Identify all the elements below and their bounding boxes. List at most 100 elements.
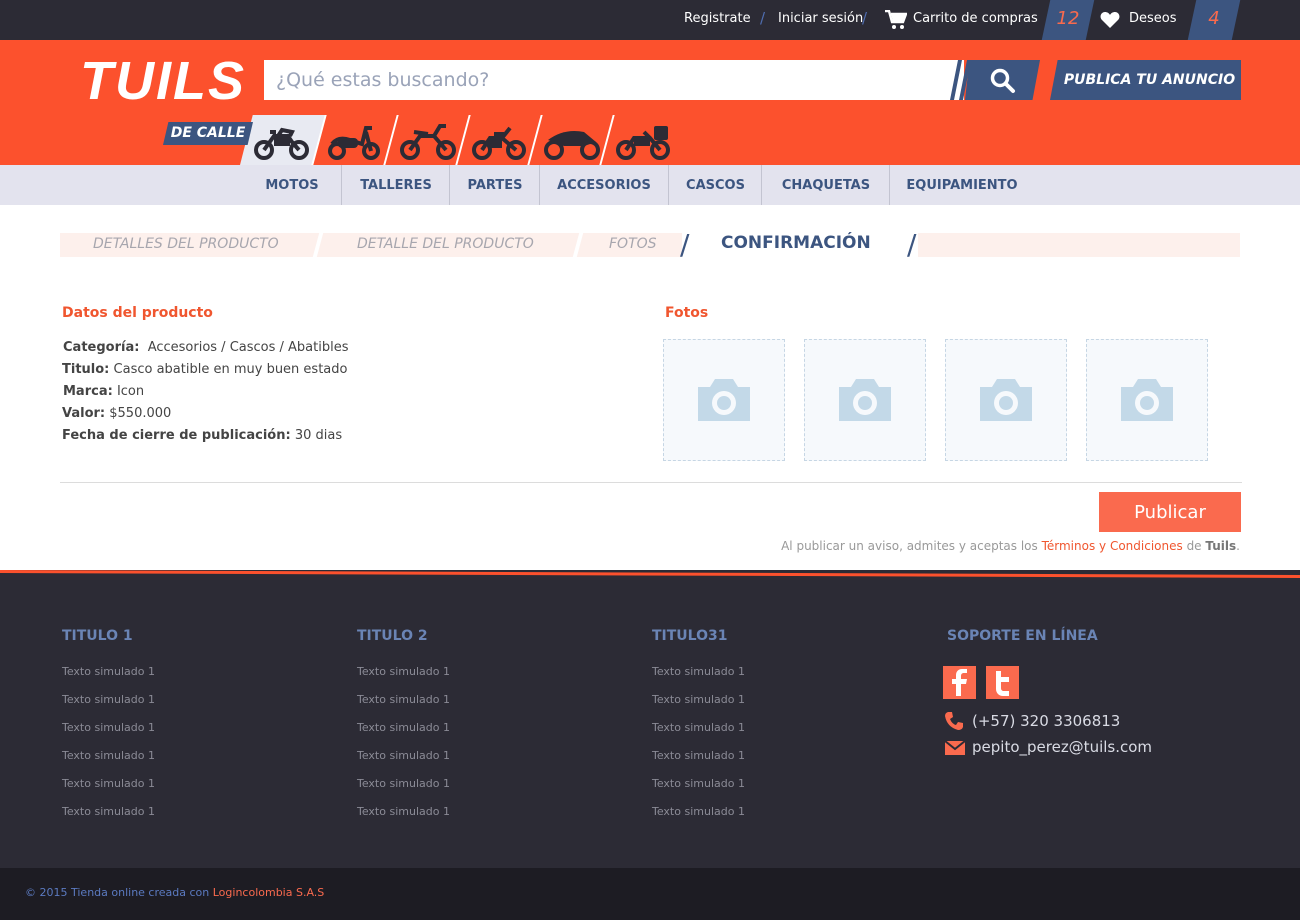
footer-link[interactable]: Texto simulado 1: [62, 665, 155, 678]
footer-link[interactable]: Texto simulado 1: [62, 777, 155, 790]
separator: /: [760, 9, 766, 27]
step-slash: /: [680, 228, 690, 261]
nav-item-cascos[interactable]: CASCOS: [669, 165, 762, 205]
terms-end: .: [1236, 539, 1240, 553]
sport-bike-icon[interactable]: [544, 124, 600, 160]
footer-support-title: SOPORTE EN LÍNEA: [947, 628, 1098, 644]
footer-link[interactable]: Texto simulado 1: [62, 693, 155, 706]
nav-item-motos[interactable]: MOTOS: [242, 165, 342, 205]
footer-link[interactable]: Texto simulado 1: [357, 805, 450, 818]
step-details[interactable]: DETALLES DEL PRODUCTO: [93, 236, 279, 252]
cart-count: 12: [1056, 8, 1080, 29]
camera-icon: [698, 379, 750, 421]
register-link[interactable]: Registrate: [684, 11, 751, 26]
title-value: Casco abatible en muy buen estado: [113, 362, 348, 377]
footer-link[interactable]: Texto simulado 1: [357, 721, 450, 734]
publish-ad-button[interactable]: PUBLICA TU ANUNCIO: [1050, 60, 1241, 100]
nav-item-accesorios[interactable]: ACCESORIOS: [540, 165, 668, 205]
facebook-icon[interactable]: [943, 666, 976, 699]
step-confirmation[interactable]: CONFIRMACIÓN: [721, 233, 871, 253]
brand-field: Marca: Icon: [63, 384, 144, 399]
nav-item-equipamiento[interactable]: EQUIPAMIENTO: [890, 165, 1034, 205]
steps-background: [918, 233, 1240, 257]
camera-icon: [839, 379, 891, 421]
category-separator: [383, 115, 399, 165]
category-separator: [455, 115, 471, 165]
login-link[interactable]: Iniciar sesión: [778, 11, 863, 26]
category-separator: [527, 115, 543, 165]
closing-date-value: 30 dias: [294, 428, 343, 443]
copyright-link[interactable]: Logincolombia S.A.S: [213, 886, 325, 899]
price-value: $550.000: [109, 406, 172, 421]
search-icon: [990, 68, 1015, 93]
footer-link[interactable]: Texto simulado 1: [652, 693, 745, 706]
category-field: Categoría: Accesorios / Cascos / Abatibl…: [63, 340, 349, 355]
footer-link[interactable]: Texto simulado 1: [652, 805, 745, 818]
search-input[interactable]: [264, 60, 964, 100]
nav-item-chaquetas[interactable]: CHAQUETAS: [762, 165, 890, 205]
main-nav: MOTOS TALLERES PARTES ACCESORIOS CASCOS …: [0, 165, 1300, 205]
step-detail[interactable]: DETALLE DEL PRODUCTO: [357, 236, 534, 252]
photo-slot[interactable]: [804, 339, 926, 461]
footer-link[interactable]: Texto simulado 1: [62, 805, 155, 818]
photos-title: Fotos: [665, 305, 709, 321]
step-slash: /: [907, 228, 917, 261]
footer-link[interactable]: Texto simulado 1: [652, 777, 745, 790]
support-phone[interactable]: (+57) 320 3306813: [972, 712, 1120, 730]
footer-col3-title: TITULO31: [652, 628, 728, 644]
email-icon: [945, 741, 965, 755]
category-label[interactable]: DE CALLE: [163, 122, 253, 145]
photo-slot[interactable]: [1086, 339, 1208, 461]
scooter-icon[interactable]: [328, 122, 380, 160]
footer-col1-title: TITULO 1: [62, 628, 133, 644]
publish-button[interactable]: Publicar: [1099, 492, 1241, 532]
header: TUILS PUBLICA TU ANUNCIO DE CALLE: [0, 40, 1300, 165]
terms-notice: Al publicar un aviso, admites y aceptas …: [781, 539, 1240, 553]
logo[interactable]: TUILS: [80, 50, 246, 112]
separator: /: [862, 9, 868, 27]
heart-icon[interactable]: [1100, 11, 1120, 33]
cart-icon[interactable]: [885, 9, 908, 34]
copyright: © 2015 Tienda online creada con Logincol…: [25, 886, 324, 899]
support-email[interactable]: pepito_perez@tuils.com: [972, 738, 1152, 756]
top-bar: Registrate / Iniciar sesión / Carrito de…: [0, 0, 1300, 40]
footer-accent-line: [0, 570, 1300, 578]
footer-link[interactable]: Texto simulado 1: [357, 665, 450, 678]
brand-label: Marca:: [63, 384, 113, 399]
dirt-bike-icon[interactable]: [400, 122, 456, 160]
terms-brand: Tuils: [1205, 539, 1237, 553]
search-button[interactable]: [965, 60, 1040, 100]
nav-item-talleres[interactable]: TALLERES: [342, 165, 450, 205]
wishlist-link[interactable]: Deseos: [1129, 11, 1177, 26]
footer-link[interactable]: Texto simulado 1: [62, 721, 155, 734]
category-label: Categoría:: [63, 340, 140, 355]
footer-link[interactable]: Texto simulado 1: [357, 749, 450, 762]
photo-slot[interactable]: [945, 339, 1067, 461]
photo-slot[interactable]: [663, 339, 785, 461]
footer-link[interactable]: Texto simulado 1: [652, 721, 745, 734]
cart-link[interactable]: Carrito de compras: [913, 11, 1038, 26]
footer-link[interactable]: Texto simulado 1: [62, 749, 155, 762]
terms-link[interactable]: Términos y Condiciones: [1042, 539, 1183, 553]
footer-link[interactable]: Texto simulado 1: [652, 749, 745, 762]
footer-link[interactable]: Texto simulado 1: [357, 777, 450, 790]
brand-value: Icon: [116, 384, 145, 399]
chopper-icon[interactable]: [472, 124, 526, 160]
touring-bike-icon[interactable]: [616, 124, 672, 160]
footer-col2-title: TITULO 2: [357, 628, 428, 644]
category-value: Accesorios / Cascos / Abatibles: [147, 340, 349, 355]
title-field: Titulo: Casco abatible en muy buen estad…: [62, 362, 347, 377]
footer-link[interactable]: Texto simulado 1: [357, 693, 450, 706]
price-field: Valor: $550.000: [62, 406, 171, 421]
phone-icon: [945, 712, 963, 730]
step-photos[interactable]: FOTOS: [609, 236, 657, 252]
nav-item-partes[interactable]: PARTES: [450, 165, 540, 205]
twitter-icon[interactable]: [986, 666, 1019, 699]
divider: [60, 482, 1242, 483]
price-label: Valor:: [62, 406, 106, 421]
terms-prefix: Al publicar un aviso, admites y aceptas …: [781, 539, 1038, 553]
closing-date-label: Fecha de cierre de publicación:: [62, 428, 291, 443]
wishlist-count: 4: [1208, 8, 1220, 29]
footer-link[interactable]: Texto simulado 1: [652, 665, 745, 678]
street-motorcycle-icon[interactable]: [254, 124, 310, 160]
